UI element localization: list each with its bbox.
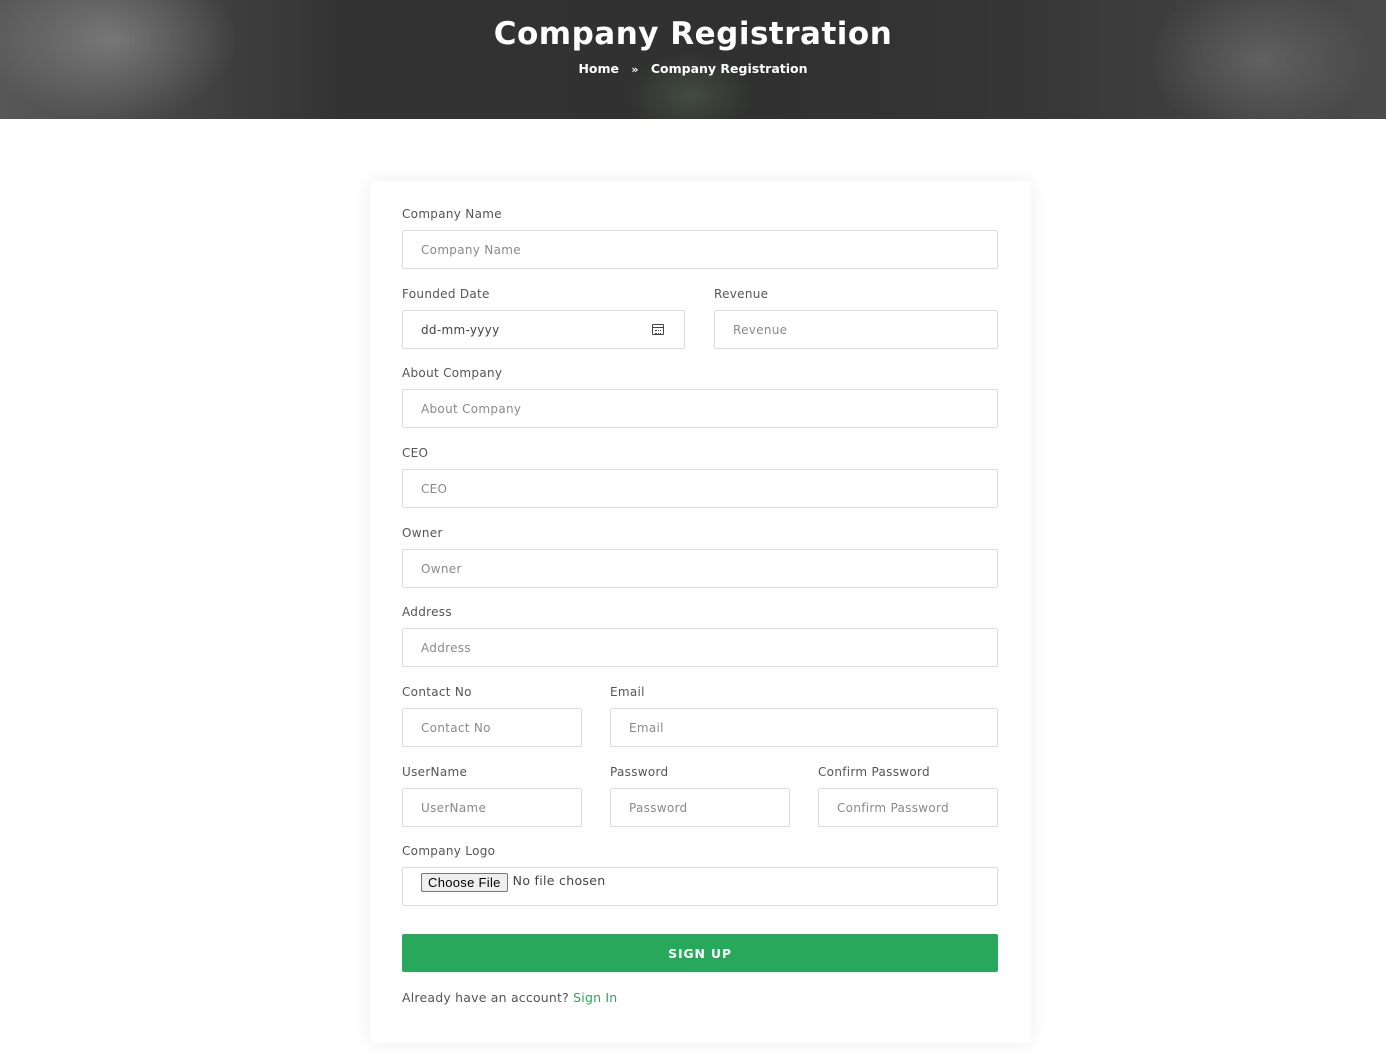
contact-no-label: Contact No [402,685,472,699]
breadcrumb-separator-icon: » [631,63,639,76]
breadcrumb: Home » Company Registration [0,61,1386,76]
about-company-label: About Company [402,366,503,380]
registration-form: Company Name Company Name Founded Date d… [370,181,1031,1043]
contact-no-input[interactable]: Contact No [402,708,582,747]
owner-label: Owner [402,526,443,540]
company-name-input[interactable]: Company Name [402,230,998,269]
about-company-input[interactable]: About Company [402,389,998,428]
sign-in-prompt: Already have an account? Sign In [402,990,617,1005]
email-input[interactable]: Email [610,708,998,747]
confirm-password-label: Confirm Password [818,765,930,779]
founded-date-placeholder: dd-mm-yyyy [421,322,500,337]
company-name-label: Company Name [402,207,502,221]
confirm-password-input[interactable]: Confirm Password [818,788,998,827]
sign-up-button[interactable]: SIGN UP [402,934,998,972]
owner-input[interactable]: Owner [402,549,998,588]
founded-date-label: Founded Date [402,287,490,301]
ceo-label: CEO [402,446,429,460]
email-label: Email [610,685,645,699]
page-header-banner: Company Registration Home » Company Regi… [0,0,1386,119]
address-input[interactable]: Address [402,628,998,667]
revenue-input[interactable]: Revenue [714,310,998,349]
username-input[interactable]: UserName [402,788,582,827]
sign-in-prompt-text: Already have an account? [402,990,569,1005]
choose-file-button[interactable]: Choose File [421,873,508,892]
page-title: Company Registration [493,16,893,52]
calendar-icon[interactable] [652,324,664,335]
username-label: UserName [402,765,468,779]
revenue-label: Revenue [714,287,769,301]
ceo-input[interactable]: CEO [402,469,998,508]
company-logo-field: Choose File No file chosen [402,867,998,906]
company-logo-label: Company Logo [402,844,496,858]
file-status: No file chosen [512,873,606,888]
breadcrumb-home-link[interactable]: Home [578,61,619,76]
password-input[interactable]: Password [610,788,790,827]
address-label: Address [402,605,452,619]
breadcrumb-current: Company Registration [650,61,808,76]
password-label: Password [610,765,669,779]
sign-in-link[interactable]: Sign In [573,990,617,1005]
founded-date-input[interactable]: dd-mm-yyyy [402,310,685,349]
